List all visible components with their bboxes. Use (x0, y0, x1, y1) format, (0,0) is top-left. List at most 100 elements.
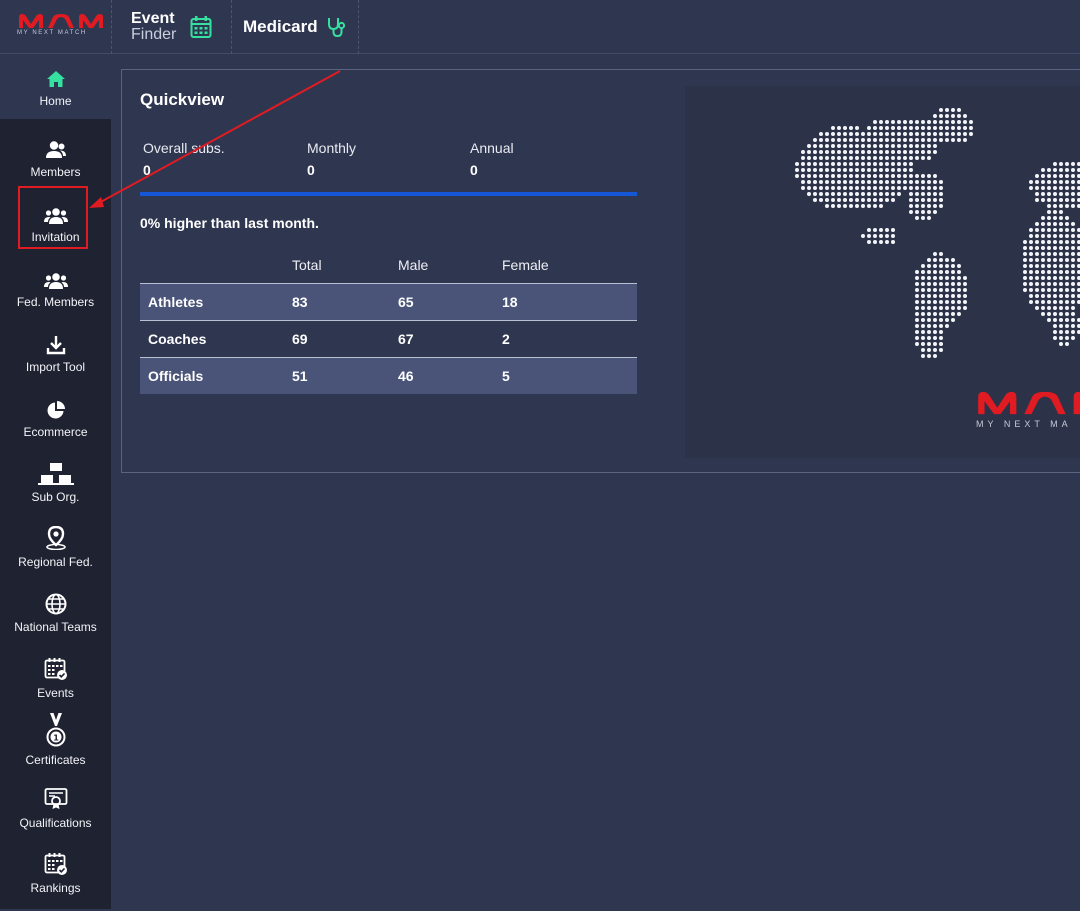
sidebar-item-label: National Teams (14, 620, 97, 634)
map-dot (837, 180, 841, 184)
map-dot (1023, 270, 1027, 274)
map-dot (939, 108, 943, 112)
map-dot (927, 216, 931, 220)
map-dot (1059, 276, 1063, 280)
map-dot (867, 204, 871, 208)
app-logo[interactable]: MY NEXT MATCH (0, 0, 112, 54)
map-dot (1059, 216, 1063, 220)
sidebar-item-ecommerce[interactable]: Ecommerce (0, 390, 111, 455)
map-dot (891, 150, 895, 154)
map-dot (957, 138, 961, 142)
sidebar-item-national-teams[interactable]: National Teams (0, 585, 111, 650)
map-dot (921, 156, 925, 160)
sidebar-item-certificates[interactable]: 1 Certificates (0, 710, 111, 782)
map-dot (849, 138, 853, 142)
map-dot (933, 342, 937, 346)
map-dot (879, 192, 883, 196)
table-header (140, 248, 292, 283)
map-dot (903, 138, 907, 142)
map-dot (927, 174, 931, 178)
map-dot (861, 234, 865, 238)
map-dot (1029, 264, 1033, 268)
sidebar-item-rankings[interactable]: Rankings (0, 846, 111, 911)
map-dot (879, 180, 883, 184)
map-dot (849, 192, 853, 196)
map-dot (921, 306, 925, 310)
map-dot (909, 138, 913, 142)
event-finder-line1: Event (131, 10, 175, 27)
map-dot (915, 204, 919, 208)
map-dot (891, 186, 895, 190)
map-dot (831, 168, 835, 172)
stat-value: 0 (307, 162, 315, 178)
map-dot (1053, 186, 1057, 190)
map-dot (1059, 324, 1063, 328)
map-dot (921, 342, 925, 346)
event-finder-link[interactable]: Event Finder (122, 0, 232, 54)
map-dot (831, 162, 835, 166)
sidebar-item-fed-members[interactable]: Fed. Members (0, 260, 111, 325)
map-dot (1041, 180, 1045, 184)
map-dot (1029, 294, 1033, 298)
map-dot (909, 180, 913, 184)
map-dot (909, 192, 913, 196)
map-dot (909, 156, 913, 160)
calendar-check-icon (44, 846, 68, 876)
map-dot (1053, 312, 1057, 316)
map-dot (825, 168, 829, 172)
map-dot (933, 210, 937, 214)
map-dot (1053, 306, 1057, 310)
map-dot (873, 234, 877, 238)
sidebar-item-home[interactable]: Home (0, 55, 111, 119)
map-dot (861, 156, 865, 160)
map-dot (933, 144, 937, 148)
map-dot (843, 186, 847, 190)
map-dot (795, 174, 799, 178)
map-dot (861, 168, 865, 172)
map-dot (1059, 306, 1063, 310)
map-dot (1029, 288, 1033, 292)
map-dot (1023, 258, 1027, 262)
map-dot (1029, 300, 1033, 304)
map-dot (1035, 246, 1039, 250)
map-dot (831, 174, 835, 178)
stat-label: Monthly (307, 140, 357, 156)
map-dot (909, 162, 913, 166)
map-dot (957, 108, 961, 112)
map-dot (1047, 210, 1051, 214)
sidebar-item-label: Import Tool (25, 360, 86, 374)
sidebar-item-qualifications[interactable]: Qualifications (0, 781, 111, 846)
map-dot (939, 270, 943, 274)
map-dot (1047, 282, 1051, 286)
map-dot (1053, 318, 1057, 322)
map-dot (879, 234, 883, 238)
sidebar-item-sub-org[interactable]: Sub Org. (0, 455, 111, 520)
map-dot (837, 186, 841, 190)
map-dot (807, 186, 811, 190)
medicard-link[interactable]: Medicard (233, 0, 359, 54)
sidebar-item-events[interactable]: Events (0, 651, 111, 716)
map-dot (933, 348, 937, 352)
map-dot (1035, 258, 1039, 262)
map-dot (837, 204, 841, 208)
map-dot (939, 306, 943, 310)
map-dot (1071, 180, 1075, 184)
map-dot (1041, 252, 1045, 256)
map-dot (849, 162, 853, 166)
sidebar-item-import-tool[interactable]: Import Tool (0, 325, 111, 390)
map-dot (957, 126, 961, 130)
map-dot (927, 306, 931, 310)
map-dot (1029, 282, 1033, 286)
sidebar-item-regional-fed[interactable]: Regional Fed. (0, 520, 111, 585)
sidebar-item-label: Rankings (30, 881, 81, 895)
map-dot (891, 228, 895, 232)
map-dot (867, 192, 871, 196)
map-dot (1053, 216, 1057, 220)
table-cell: 67 (398, 319, 502, 357)
map-dot (1071, 306, 1075, 310)
map-dot (1053, 168, 1057, 172)
map-dot (873, 204, 877, 208)
map-dot (849, 198, 853, 202)
map-dot (891, 120, 895, 124)
map-dot (807, 150, 811, 154)
